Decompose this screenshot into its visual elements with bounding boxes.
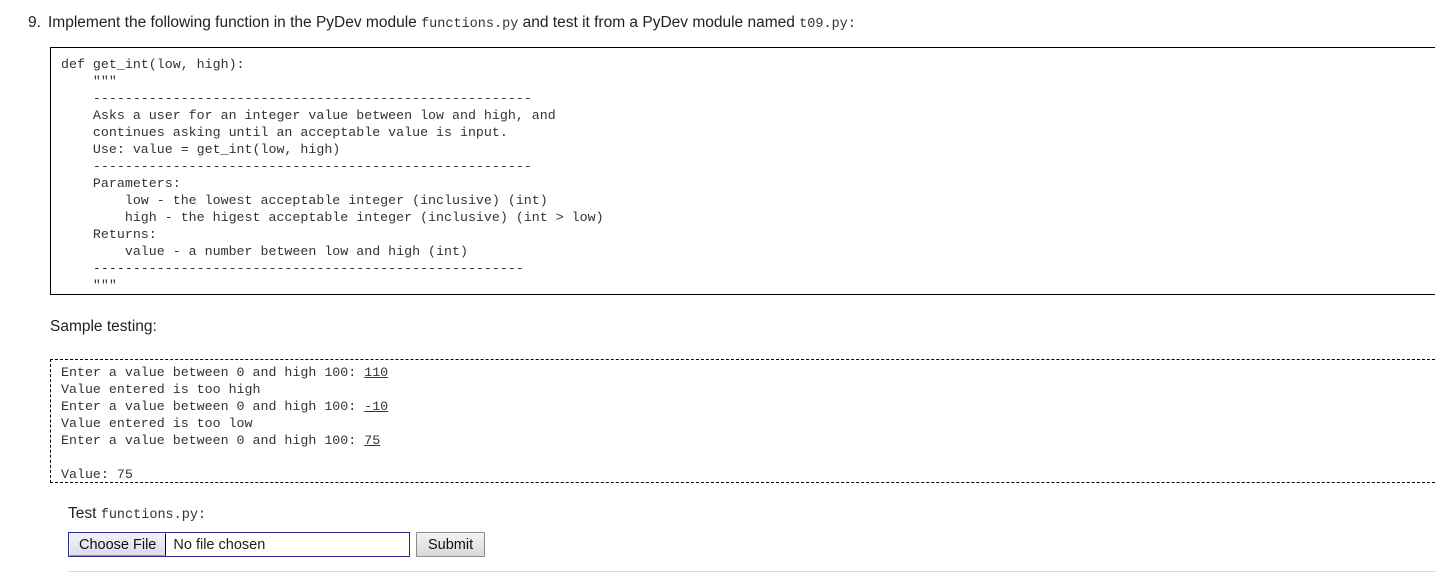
bottom-divider xyxy=(68,571,1435,572)
submission-form: Test functions.py: Choose File No file c… xyxy=(68,503,486,557)
question-prompt: 9. Implement the following function in th… xyxy=(28,12,856,36)
test-module-filename: t09.py: xyxy=(799,17,856,32)
question-text-before: Implement the following function in the … xyxy=(48,14,417,31)
sample-user-input: 110 xyxy=(364,365,389,380)
assignment-page: 9. Implement the following function in th… xyxy=(0,0,1435,579)
sample-output-text: Enter a value between 0 and high 100: 11… xyxy=(61,365,389,482)
form-label-prefix: Test xyxy=(68,505,101,522)
function-spec-box: def get_int(low, high): """ ------------… xyxy=(50,47,1435,295)
question-number: 9. xyxy=(28,14,41,31)
file-upload-input[interactable]: Choose File No file chosen xyxy=(68,532,410,557)
choose-file-button[interactable]: Choose File xyxy=(69,533,167,556)
form-label: Test functions.py: xyxy=(68,503,485,526)
question-text-middle: and test it from a PyDev module named xyxy=(522,14,795,31)
sample-user-input: -10 xyxy=(364,399,389,414)
file-chosen-status: No file chosen xyxy=(173,536,266,553)
form-controls-row: Choose File No file chosen Submit xyxy=(68,532,486,557)
sample-output-box: Enter a value between 0 and high 100: 11… xyxy=(50,359,1435,483)
function-spec-code: def get_int(low, high): """ ------------… xyxy=(61,57,604,293)
module-filename: functions.py xyxy=(421,17,519,32)
sample-user-input: 75 xyxy=(364,433,381,448)
sample-testing-heading: Sample testing: xyxy=(50,318,157,335)
form-label-filename: functions.py: xyxy=(100,508,207,523)
submit-button[interactable]: Submit xyxy=(416,532,486,557)
